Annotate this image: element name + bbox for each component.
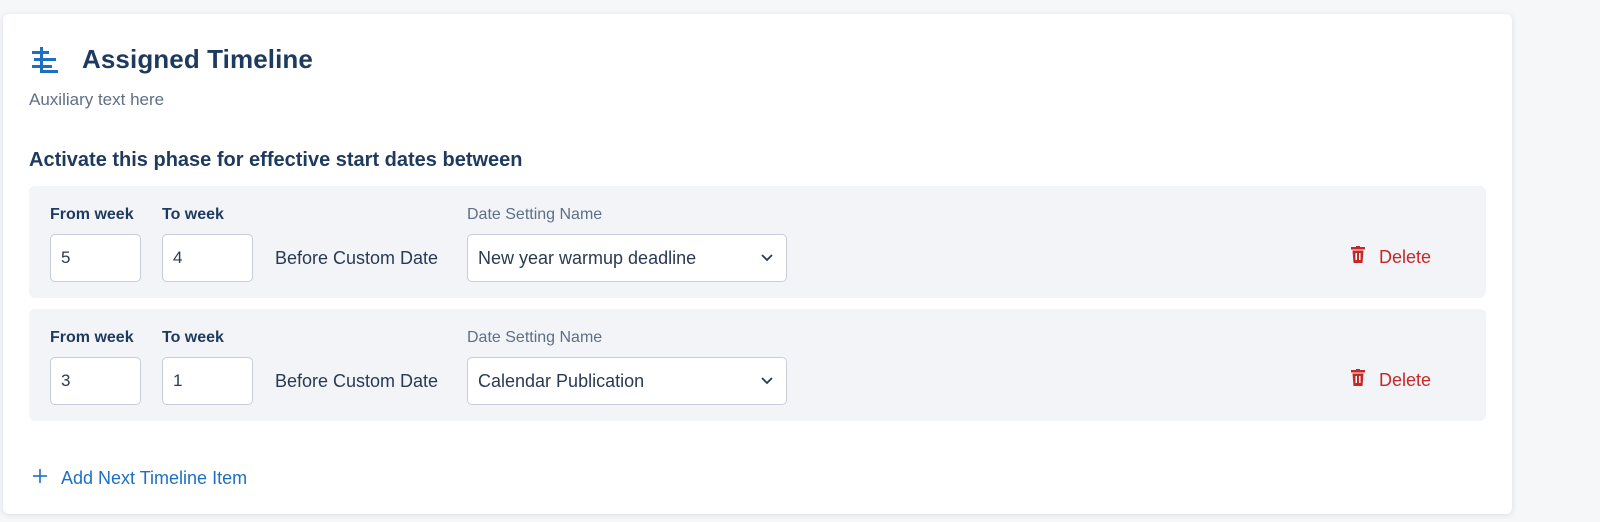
add-next-timeline-item-label: Add Next Timeline Item [61,468,248,488]
relation-text: Before Custom Date [275,371,439,391]
to-week-label: To week [162,329,224,346]
delete-button[interactable]: Delete [1351,246,1431,268]
trash-icon [1351,369,1365,391]
section-heading: Activate this phase for effective start … [29,149,523,171]
assigned-timeline-card: Assigned Timeline Auxiliary text here Ac… [3,14,1512,514]
date-setting-select[interactable]: Calendar Publication [467,357,787,405]
add-next-timeline-item-button[interactable]: Add Next Timeline Item [33,468,247,489]
to-week-input[interactable] [162,234,253,282]
timeline-item-row: From week To week Date Setting Name Befo… [29,186,1486,298]
card-header: Assigned Timeline [30,44,313,75]
card-title: Assigned Timeline [82,44,313,74]
date-setting-select[interactable]: New year warmup deadline [467,234,787,282]
chevron-down-icon [758,372,776,390]
delete-button[interactable]: Delete [1351,369,1431,391]
delete-label: Delete [1379,369,1432,390]
chevron-down-icon [758,249,776,267]
timeline-icon [30,45,60,75]
from-week-input[interactable] [50,357,141,405]
date-setting-value: Calendar Publication [478,370,645,391]
date-setting-label: Date Setting Name [467,329,603,346]
to-week-label: To week [162,206,224,223]
from-week-input[interactable] [50,234,141,282]
trash-icon [1351,246,1365,268]
delete-label: Delete [1379,246,1432,267]
plus-icon [33,469,47,488]
to-week-input[interactable] [162,357,253,405]
timeline-item-row: From week To week Date Setting Name Befo… [29,309,1486,421]
from-week-label: From week [50,206,134,223]
from-week-label: From week [50,329,134,346]
relation-text: Before Custom Date [275,248,439,268]
date-setting-value: New year warmup deadline [478,247,697,268]
date-setting-label: Date Setting Name [467,206,603,223]
card-subtitle: Auxiliary text here [29,90,165,109]
